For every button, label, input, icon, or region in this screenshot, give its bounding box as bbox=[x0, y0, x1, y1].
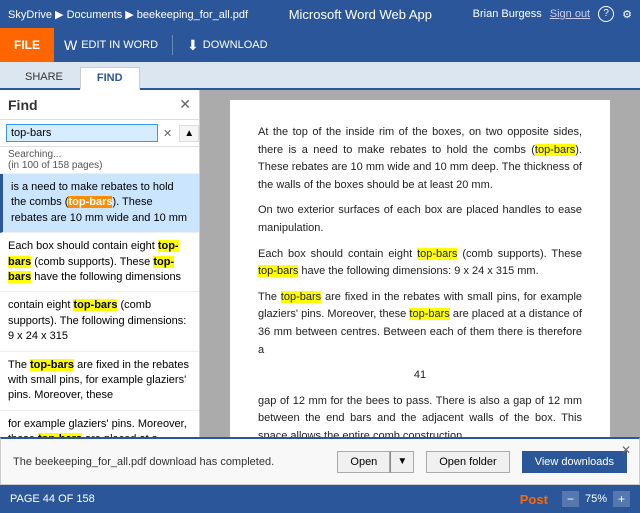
open-folder-button[interactable]: Open folder bbox=[426, 451, 509, 473]
ribbon: FILE W EDIT IN WORD ⬇ DOWNLOAD bbox=[0, 28, 640, 62]
find-nav: ▲ ▼ bbox=[177, 125, 200, 142]
edit-in-word-button[interactable]: W EDIT IN WORD bbox=[54, 28, 168, 62]
find-search-input[interactable] bbox=[6, 124, 158, 142]
find-result-item[interactable]: The top-bars are fixed in the rebates wi… bbox=[0, 352, 199, 411]
doc-paragraph: The top-bars are fixed in the rebates wi… bbox=[258, 289, 582, 359]
view-downloads-button[interactable]: View downloads bbox=[522, 451, 627, 473]
signout-link[interactable]: Sign out bbox=[550, 8, 590, 20]
top-bar-right: Brian Burgess Sign out ? ⚙ bbox=[473, 6, 632, 22]
brand-logo: groovyPost bbox=[476, 492, 548, 507]
find-highlight: top-bars bbox=[281, 291, 321, 303]
notify-text: The beekeeping_for_all.pdf download has … bbox=[200, 456, 325, 468]
find-header: Find ✕ bbox=[0, 90, 199, 120]
find-result-item[interactable]: is a need to make rebates to hold the co… bbox=[0, 174, 199, 233]
page-number: 41 bbox=[258, 367, 582, 385]
find-highlight: top-bars bbox=[409, 308, 449, 320]
find-prev-button[interactable]: ▲ bbox=[179, 125, 199, 142]
doc-paragraph: Each box should contain eight top-bars (… bbox=[258, 246, 582, 281]
status-right: groovyPost − 75% + bbox=[476, 491, 630, 507]
page-count-label: PAGE 44 OF 158 bbox=[10, 493, 95, 505]
document-page: At the top of the inside rim of the boxe… bbox=[230, 100, 610, 485]
document-area[interactable]: At the top of the inside rim of the boxe… bbox=[200, 90, 640, 485]
app-title: Microsoft Word Web App bbox=[289, 7, 432, 22]
ribbon-separator bbox=[172, 35, 173, 55]
status-left: PAGE 44 OF 158 bbox=[10, 493, 95, 505]
doc-paragraph: On two exterior surfaces of each box are… bbox=[258, 202, 582, 237]
top-bar-left: SkyDrive ▶ Documents ▶ beekeeping_for_al… bbox=[8, 8, 248, 21]
find-highlight: top-bars bbox=[68, 196, 112, 208]
find-highlight: top-bars bbox=[73, 299, 117, 311]
zoom-in-button[interactable]: + bbox=[613, 491, 630, 507]
find-result-item[interactable]: contain eight top-bars (comb supports). … bbox=[0, 292, 199, 351]
find-highlight: top-bars bbox=[417, 248, 457, 260]
help-icon[interactable]: ? bbox=[598, 6, 614, 22]
file-button[interactable]: FILE bbox=[0, 28, 54, 62]
notify-close-button[interactable]: ✕ bbox=[621, 443, 631, 457]
tab-share[interactable]: SHARE bbox=[8, 66, 80, 88]
username: Brian Burgess bbox=[473, 8, 542, 20]
download-notification: ✕ The beekeeping_for_all.pdf download ha… bbox=[200, 437, 640, 485]
find-close-button[interactable]: ✕ bbox=[179, 96, 191, 113]
open-button[interactable]: Open bbox=[337, 451, 390, 473]
find-clear-button[interactable]: ✕ bbox=[160, 127, 175, 140]
zoom-out-button[interactable]: − bbox=[562, 491, 579, 507]
find-highlight: top-bars bbox=[8, 256, 174, 283]
open-dropdown-button[interactable]: ▼ bbox=[390, 451, 414, 473]
find-result-item[interactable]: Each box should contain eight top-bars (… bbox=[0, 233, 199, 292]
download-button[interactable]: ⬇ DOWNLOAD bbox=[177, 28, 278, 62]
find-highlight: top-bars bbox=[535, 144, 575, 156]
word-icon: W bbox=[64, 37, 77, 53]
doc-paragraph: At the top of the inside rim of the boxe… bbox=[258, 124, 582, 194]
find-highlight: top-bars bbox=[258, 265, 298, 277]
settings-icon[interactable]: ⚙ bbox=[622, 8, 632, 21]
find-searching-status: Searching... (in 100 of 158 pages) bbox=[0, 147, 199, 174]
top-bar: SkyDrive ▶ Documents ▶ beekeeping_for_al… bbox=[0, 0, 640, 28]
find-panel: Find ✕ ✕ ▲ ▼ Searching... (in 100 of 158… bbox=[0, 90, 200, 485]
tab-find[interactable]: FIND bbox=[80, 67, 140, 90]
main-area: Find ✕ ✕ ▲ ▼ Searching... (in 100 of 158… bbox=[0, 90, 640, 485]
download-icon: ⬇ bbox=[187, 37, 199, 54]
find-title: Find bbox=[8, 97, 38, 113]
zoom-level: 75% bbox=[585, 493, 607, 505]
skydrive-path[interactable]: SkyDrive ▶ Documents ▶ beekeeping_for_al… bbox=[8, 8, 248, 21]
tab-bar: SHARE FIND bbox=[0, 62, 640, 90]
find-input-row: ✕ ▲ ▼ bbox=[0, 120, 199, 147]
open-button-group: Open ▼ bbox=[337, 451, 414, 473]
find-highlight: top-bars bbox=[30, 359, 74, 371]
status-bar: PAGE 44 OF 158 groovyPost − 75% + bbox=[0, 485, 640, 513]
